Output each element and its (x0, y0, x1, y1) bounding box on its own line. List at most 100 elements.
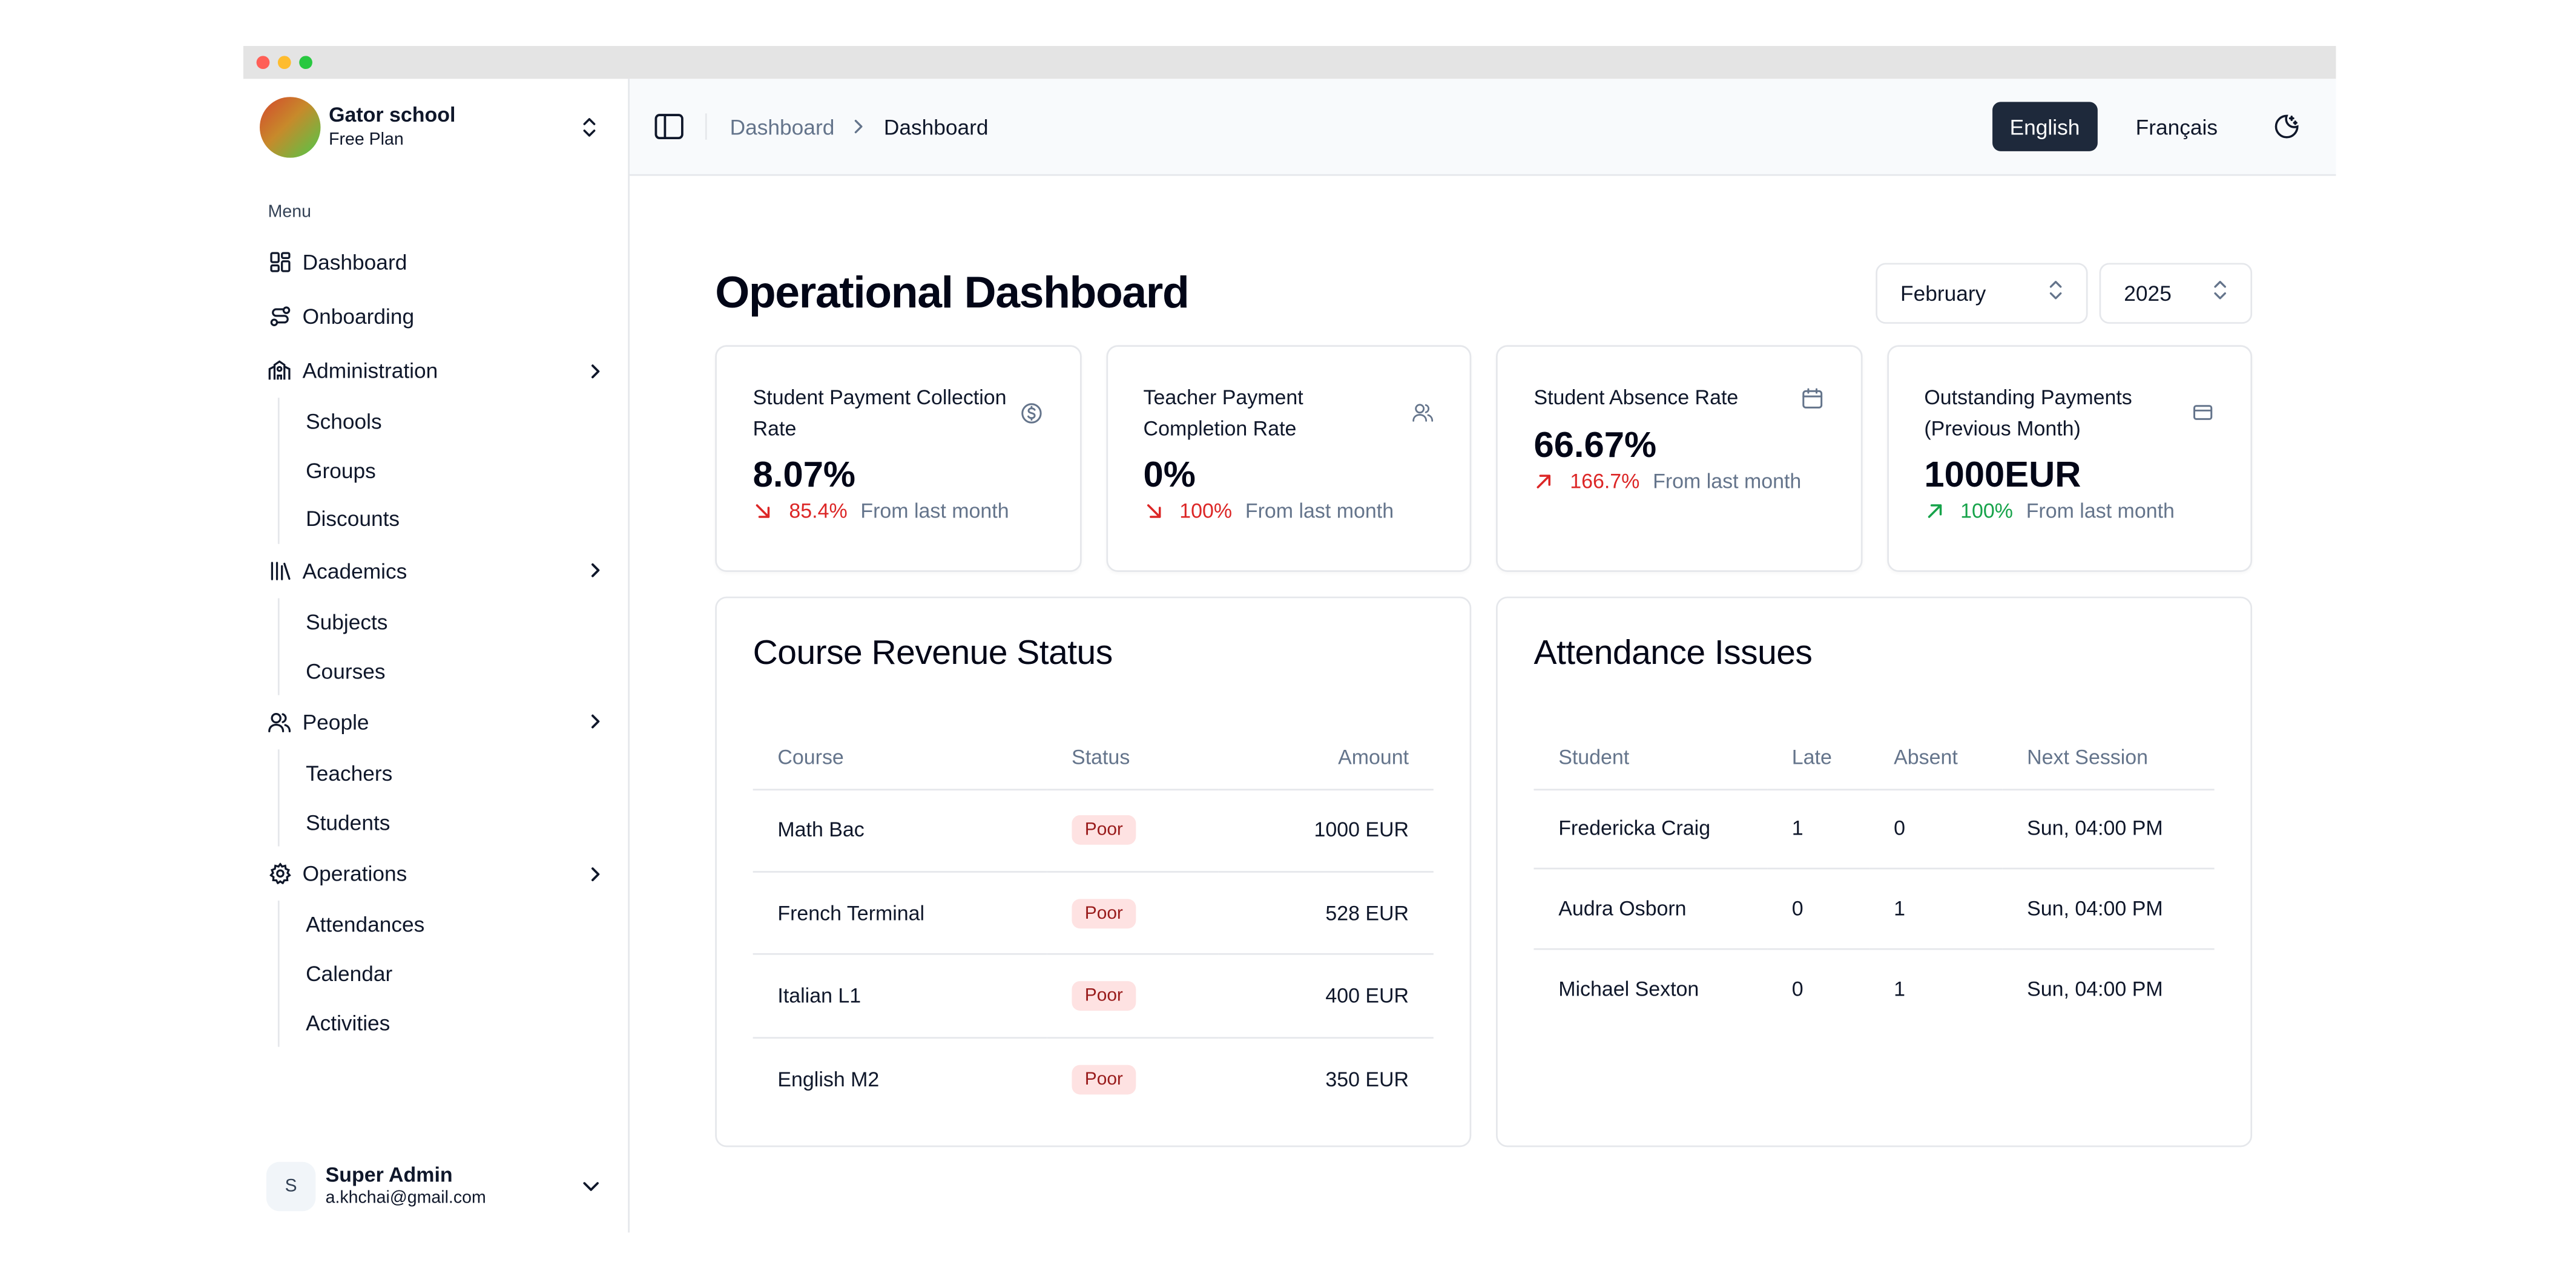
stat-change-percent: 85.4% (789, 499, 848, 523)
stat-change-label: From last month (1245, 499, 1394, 523)
topbar: Dashboard Dashboard English Français (629, 79, 2336, 176)
close-window-button[interactable] (256, 56, 270, 70)
status-badge: Poor (1072, 1064, 1136, 1094)
stat-title: Student Absence Rate (1533, 386, 1739, 410)
year-select-value: 2025 (2124, 280, 2172, 305)
column-header: Next Session (2002, 726, 2215, 790)
school-building-icon (268, 359, 291, 382)
stat-value: 8.07% (753, 453, 856, 495)
brand-name: Gator school (329, 103, 456, 127)
sidebar-subitem-calendar[interactable]: Calendar (306, 950, 628, 998)
sidebar-subitem-courses[interactable]: Courses (306, 646, 628, 695)
table-row: French Terminal Poor 528 EUR (753, 872, 1434, 956)
student-cell: Michael Sexton (1558, 977, 1699, 1000)
sidebar-item-dashboard[interactable]: Dashboard (243, 235, 628, 289)
sidebar-subitem-attendances[interactable]: Attendances (306, 901, 628, 949)
column-header: Amount (1217, 726, 1434, 790)
panel-title: Course Revenue Status (753, 634, 1113, 672)
amount-cell: 400 EUR (1217, 954, 1434, 1039)
sidebar-subitem-groups[interactable]: Groups (306, 446, 628, 494)
sidebar-item-people[interactable]: People (243, 695, 628, 750)
sidebar-item-label: Academics (302, 558, 407, 583)
avatar: S (266, 1161, 316, 1212)
language-english-button[interactable]: English (1991, 102, 2098, 151)
table-row: Fredericka Craig 1 0 Sun, 04:00 PM (1533, 789, 2215, 870)
sidebar-subitem-activities[interactable]: Activities (306, 998, 628, 1046)
app-window: Gator school Free Plan Menu Dashboard On… (243, 46, 2336, 1233)
stats-row: Student Payment Collection Rate 8.07% 85… (715, 345, 2253, 572)
stat-value: 66.67% (1533, 423, 1657, 465)
attendance-issues-table: Student Late Absent Next Session Frederi… (1533, 726, 2215, 1028)
stat-change-label: From last month (860, 499, 1009, 523)
calendar-icon (1801, 386, 1824, 409)
sidebar-subitem-schools[interactable]: Schools (306, 398, 628, 446)
sidebar: Gator school Free Plan Menu Dashboard On… (243, 79, 630, 1233)
column-header: Late (1767, 726, 1869, 790)
absent-cell: 1 (1894, 977, 1906, 1000)
late-cell: 0 (1791, 977, 1804, 1000)
year-select[interactable]: 2025 (2099, 262, 2253, 323)
chevrons-up-down-icon (2048, 280, 2063, 306)
subnav-academics: Subjects Courses (277, 597, 628, 695)
sidebar-subitem-teachers[interactable]: Teachers (306, 749, 628, 798)
amount-cell: 528 EUR (1217, 872, 1434, 956)
subnav-people: Teachers Students (277, 749, 628, 847)
breadcrumb-parent[interactable]: Dashboard (730, 114, 835, 139)
status-badge: Poor (1072, 815, 1136, 845)
page-title: Operational Dashboard (715, 267, 1190, 317)
main-content: Dashboard Dashboard English Français Ope… (629, 79, 2336, 1233)
sidebar-subitem-subjects[interactable]: Subjects (306, 598, 628, 646)
column-header: Absent (1869, 726, 2003, 790)
sidebar-subitem-discounts[interactable]: Discounts (306, 495, 628, 543)
sidebar-subitem-students[interactable]: Students (306, 798, 628, 846)
course-cell: Math Bac (753, 789, 1047, 873)
next-session-cell: Sun, 04:00 PM (2027, 977, 2163, 1000)
chevron-right-icon (585, 561, 605, 581)
minimize-window-button[interactable] (277, 56, 291, 70)
theme-toggle-icon[interactable] (2267, 107, 2307, 146)
stat-change-label: From last month (2026, 499, 2175, 523)
next-session-cell: Sun, 04:00 PM (2002, 868, 2215, 950)
stat-card-outstanding-payments: Outstanding Payments (Previous Month) 10… (1886, 345, 2253, 572)
chevrons-up-down-icon (2213, 280, 2227, 306)
sidebar-toggle-icon[interactable] (653, 110, 685, 143)
users-icon (268, 711, 291, 734)
sidebar-item-label: People (302, 709, 369, 735)
chevron-right-icon (585, 712, 605, 732)
chevron-right-icon (851, 119, 868, 135)
sidebar-item-administration[interactable]: Administration (243, 344, 628, 398)
table-row: Math Bac Poor 1000 EUR (753, 789, 1434, 873)
chevrons-up-down-icon[interactable] (575, 114, 601, 140)
absent-cell: 0 (1869, 789, 2003, 870)
column-header: Status (1047, 726, 1218, 790)
language-french-button[interactable]: Français (2118, 102, 2236, 151)
arrow-down-right-icon (1144, 501, 1164, 521)
arrow-up-right-icon (1924, 501, 1944, 521)
stat-title: Student Payment Collection Rate (753, 386, 1007, 440)
user-menu[interactable]: S Super Admin a.khchai@gmail.com (266, 1157, 605, 1216)
dashboard-content: Operational Dashboard February 2025 Stud… (715, 260, 2253, 1147)
route-icon (268, 305, 291, 328)
month-select[interactable]: February (1876, 262, 2088, 323)
dollar-circle-icon (1020, 401, 1043, 424)
breadcrumb-current: Dashboard (883, 114, 989, 139)
credit-card-icon (2192, 401, 2215, 424)
sidebar-item-operations[interactable]: Operations (243, 847, 628, 901)
sidebar-item-onboarding[interactable]: Onboarding (243, 289, 628, 344)
chevron-right-icon (585, 361, 605, 381)
brand-logo (260, 97, 321, 158)
course-cell: French Terminal (753, 872, 1047, 956)
maximize-window-button[interactable] (299, 56, 312, 70)
panel-title: Attendance Issues (1533, 634, 1813, 672)
status-badge: Poor (1072, 981, 1136, 1011)
stat-change-percent: 166.7% (1570, 469, 1640, 493)
course-revenue-table: Course Status Amount Math Bac Poor 1000 … (753, 726, 1434, 1120)
divider (705, 113, 707, 140)
team-switcher[interactable]: Gator school Free Plan (243, 79, 628, 174)
amount-cell: 350 EUR (1325, 1067, 1409, 1091)
chevron-down-icon[interactable] (579, 1175, 602, 1198)
stat-value: 1000EUR (1924, 453, 2081, 495)
sidebar-item-academics[interactable]: Academics (243, 543, 628, 598)
stat-change-percent: 100% (1179, 499, 1233, 523)
brand-plan: Free Plan (329, 130, 404, 150)
